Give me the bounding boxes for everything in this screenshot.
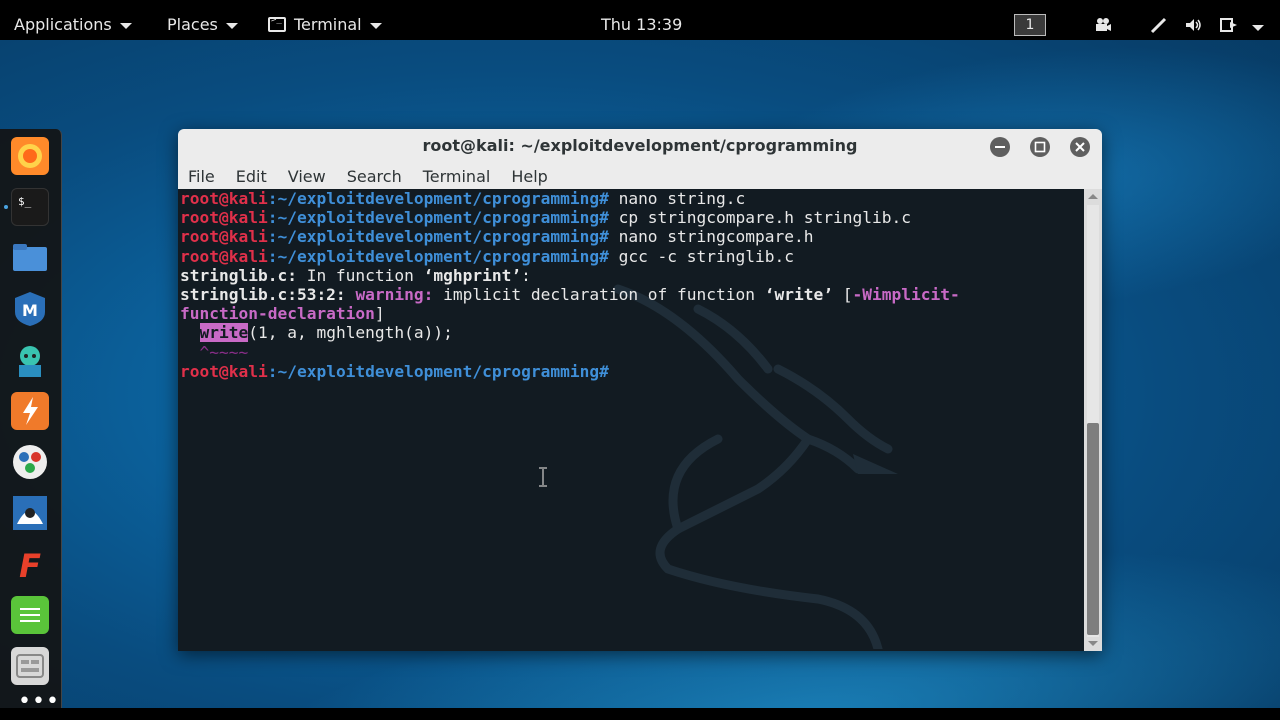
warning-text: implicit declaration of function [433,285,765,305]
maximize-icon [1034,141,1046,153]
files-icon[interactable] [11,239,49,277]
terminal-app-menu[interactable]: Terminal [268,15,382,34]
system-menu-chevron-down-icon[interactable] [1252,25,1264,31]
volume-icon[interactable] [1185,16,1203,34]
applications-label: Applications [14,15,112,34]
command-text: nano stringcompare.h [608,227,814,247]
clock[interactable]: Thu 13:39 [601,15,682,34]
prompt-symbol: # [599,361,609,381]
compiler-warning-line: stringlib.c:53:2: warning: implicit decl… [180,285,960,304]
terminal-lines: root@kali:~/exploitdevelopment/cprogramm… [180,189,960,381]
prompt-symbol: # [599,189,609,208]
scroll-down-arrow-icon[interactable] [1088,641,1098,646]
terminal-line: root@kali:~/exploitdevelopment/cprogramm… [180,227,960,246]
output-function: ‘mghprint’ [423,265,522,285]
menu-view[interactable]: View [288,167,326,186]
output-file: stringlib.c: [180,265,297,285]
prompt-path: :~/exploitdevelopment/cprogramming [267,227,600,247]
maltego-icon[interactable] [11,443,49,481]
show-apps-icon[interactable]: ••• [18,689,60,714]
beef-icon[interactable] [11,494,49,532]
terminal-menu-label: Terminal [294,15,362,34]
terminal-output[interactable]: root@kali:~/exploitdevelopment/cprogramm… [178,189,1084,651]
terminal-icon [268,15,286,32]
terminal-window: root@kali: ~/exploitdevelopment/cprogram… [178,129,1102,651]
code-highlight: write [199,323,249,343]
cherrytree-icon[interactable] [11,647,49,685]
minimize-icon [995,146,1005,148]
svg-text:F: F [19,547,41,583]
menu-edit[interactable]: Edit [236,167,267,186]
warning-bracket: ] [374,304,385,324]
menu-file[interactable]: File [188,167,215,186]
command-text: nano string.c [608,189,746,208]
output-text: In function [296,265,424,285]
chevron-down-icon [119,22,132,29]
warning-bracket: [ [833,285,853,305]
compiler-warning-line: function-declaration] [180,304,960,323]
menubar: File Edit View Search Terminal Help [178,162,1102,190]
prompt-user: root@kali [180,246,268,266]
close-button[interactable] [1070,137,1090,157]
chevron-down-icon [225,22,238,29]
prompt-user: root@kali [180,361,268,381]
maximize-button[interactable] [1030,137,1050,157]
pen-icon[interactable] [1150,16,1168,34]
terminal-line: root@kali:~/exploitdevelopment/cprogramm… [180,189,960,208]
minimize-button[interactable] [990,137,1010,157]
armitage-icon[interactable] [11,341,49,379]
terminal-line: root@kali:~/exploitdevelopment/cprogramm… [180,208,960,227]
svg-text:M: M [22,301,38,320]
warning-label: warning: [355,285,434,305]
metasploit-icon[interactable]: M [11,290,49,328]
prompt-user: root@kali [180,227,268,247]
prompt-symbol: # [599,208,609,228]
text-cursor-icon [539,467,547,487]
prompt-path: :~/exploitdevelopment/cprogramming [267,361,600,381]
scroll-up-arrow-icon[interactable] [1088,194,1098,199]
power-icon[interactable] [1220,16,1238,34]
menu-terminal[interactable]: Terminal [423,167,491,186]
terminal-icon[interactable]: $_ [4,188,49,226]
scroll-thumb[interactable] [1087,423,1099,635]
terminal-line: root@kali:~/exploitdevelopment/cprogramm… [180,362,960,381]
warning-function: ‘write’ [764,285,833,305]
command-text: gcc -c stringlib.c [608,246,794,266]
top-panel: Applications Places Terminal Thu 13:39 1 [0,10,1280,40]
menu-search[interactable]: Search [347,167,402,186]
chevron-down-icon [369,22,382,29]
command-text: cp stringcompare.h stringlib.c [608,208,911,228]
output-text: : [521,265,531,285]
video-camera-icon[interactable] [1094,16,1112,34]
prompt-path: :~/exploitdevelopment/cprogramming [267,246,600,266]
workspace-indicator[interactable]: 1 [1014,14,1046,36]
menu-help[interactable]: Help [511,167,547,186]
source-code-line: write(1, a, mghlength(a)); [180,323,960,343]
places-menu[interactable]: Places [167,15,238,34]
leafpad-icon[interactable] [11,596,49,634]
scrollbar[interactable] [1084,189,1102,651]
warning-location: stringlib.c:53:2: [180,285,346,305]
caret-line: ^~~~~ [180,342,249,362]
dock: $_ M F ••• [0,129,62,714]
terminal-line: root@kali:~/exploitdevelopment/cprogramm… [180,247,960,266]
burpsuite-icon[interactable] [11,392,49,430]
code-rest: (1, a, mghlength(a)); [248,323,453,343]
prompt-symbol: # [599,246,609,266]
faraday-icon[interactable]: F [11,545,49,585]
prompt-symbol: # [599,227,609,247]
prompt-path: :~/exploitdevelopment/cprogramming [267,189,600,208]
window-title[interactable]: root@kali: ~/exploitdevelopment/cprogram… [178,129,1102,162]
prompt-user: root@kali [180,189,268,208]
places-label: Places [167,15,218,34]
prompt-path: :~/exploitdevelopment/cprogramming [267,208,600,228]
close-icon [1075,142,1085,152]
firefox-icon[interactable] [11,137,49,175]
prompt-user: root@kali [180,208,268,228]
warning-flag: function-declaration [180,304,375,324]
warning-flag: -Wimplicit- [852,285,960,305]
compiler-output-line: stringlib.c: In function ‘mghprint’: [180,266,960,285]
applications-menu[interactable]: Applications [14,15,132,34]
